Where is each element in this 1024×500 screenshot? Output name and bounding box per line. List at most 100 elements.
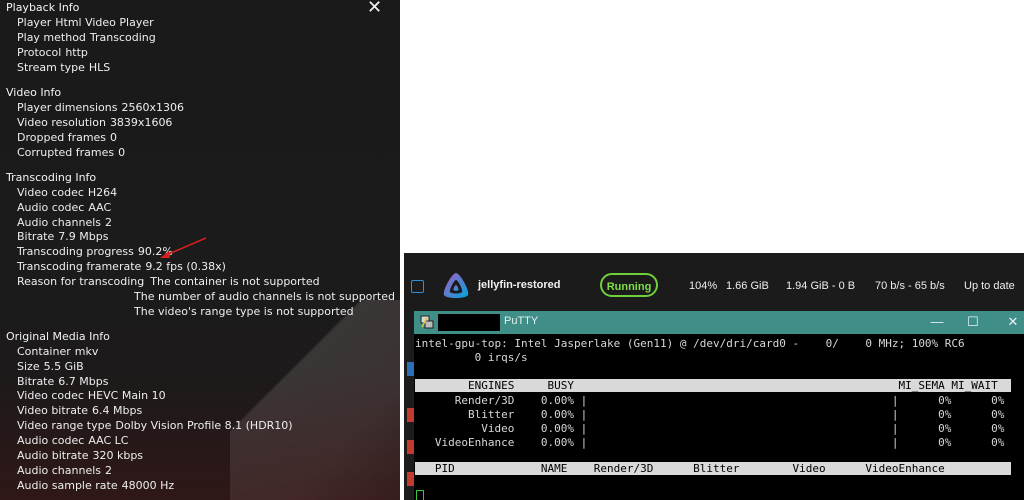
row-value: 0 (110, 131, 118, 144)
row-label: Protocol (17, 46, 62, 59)
update-status: Up to date (964, 280, 1015, 292)
row-value: 5.5 GiB (43, 360, 84, 373)
info-row: Player dimensions 2560x1306 (17, 101, 184, 114)
row-value: mkv (74, 345, 99, 358)
row-label: Video codec (17, 186, 84, 199)
row-label: Dropped frames (17, 131, 107, 144)
row-value: 2560x1306 (121, 101, 184, 114)
row-value: 2 (105, 216, 113, 229)
row-label: Video bitrate (17, 404, 89, 417)
info-row: Bitrate 7.9 Mbps (17, 230, 108, 243)
row-label: Play method (17, 31, 86, 44)
row-label: Reason for transcoding (17, 275, 145, 288)
row-value: Dolby Vision Profile 8.1 (HDR10) (115, 419, 293, 432)
row-value: 0 (118, 146, 126, 159)
info-row: Video range type Dolby Vision Profile 8.1… (17, 419, 293, 432)
row-value: AAC (88, 201, 112, 214)
row-label: Player dimensions (17, 101, 118, 114)
playback-info-overlay: ✕ Playback Info Player Html Video Player … (0, 0, 400, 500)
info-row: Bitrate 6.7 Mbps (17, 375, 108, 388)
maximize-button[interactable]: ☐ (962, 313, 984, 331)
section-title-transcoding: Transcoding Info (6, 171, 97, 184)
cpu-usage: 104% (689, 280, 718, 292)
info-row: Player Html Video Player (17, 16, 154, 29)
engine-row: Render/3D 0.00% | | 0% 0% (415, 394, 1005, 407)
row-label: Stream type (17, 61, 85, 74)
close-icon[interactable]: ✕ (367, 0, 385, 18)
row-value: 2 (105, 464, 113, 477)
memory-usage: 1.66 GiB (726, 280, 769, 292)
row-value: HEVC Main 10 (87, 389, 166, 402)
container-name[interactable]: jellyfin-restored (478, 279, 561, 291)
row-value: H264 (87, 186, 118, 199)
info-row: Audio codec AAC LC (17, 434, 129, 447)
engines-header: ENGINES BUSY MI_SEMA MI_WAIT (415, 379, 1011, 392)
reason-line: The number of audio channels is not supp… (134, 290, 395, 303)
red-arrow-annotation (160, 237, 207, 258)
row-label: Audio bitrate (17, 449, 89, 462)
clients-header: PID NAME Render/3D Blitter Video VideoEn… (415, 462, 1011, 475)
container-select-checkbox[interactable] (411, 280, 424, 293)
info-row: Size 5.5 GiB (17, 360, 84, 373)
row-label: Bitrate (17, 375, 55, 388)
row-label: Video range type (17, 419, 112, 432)
row-label: Container (17, 345, 71, 358)
info-row: Audio channels 2 (17, 464, 112, 477)
putty-window[interactable]: PuTTY — ☐ ✕ intel-gpu-top: Intel Jasperl… (414, 311, 1024, 500)
info-row: Video bitrate 6.4 Mbps (17, 404, 142, 417)
row-value: Transcoding (89, 31, 156, 44)
close-button[interactable]: ✕ (1002, 313, 1024, 331)
section-title-video: Video Info (6, 86, 62, 99)
row-label: Video codec (17, 389, 84, 402)
info-row: Audio sample rate 48000 Hz (17, 479, 174, 492)
info-row: Video codec H264 (17, 186, 117, 199)
row-label: Transcoding framerate (17, 260, 142, 273)
jellyfin-logo-icon (443, 273, 469, 298)
info-row-transcoding-progress: Transcoding progress 90.2% (17, 245, 173, 258)
section-title-playback: Playback Info (6, 1, 80, 14)
row-value: Html Video Player (55, 16, 154, 29)
row-label: Size (17, 360, 40, 373)
row-label: Audio sample rate (17, 479, 118, 492)
info-row: Audio bitrate 320 kbps (17, 449, 143, 462)
redacted-hostname (438, 314, 500, 331)
status-badge: Running (600, 273, 658, 297)
info-row: Stream type HLS (17, 61, 110, 74)
row-label: Bitrate (17, 230, 55, 243)
engine-row: Video 0.00% | | 0% 0% (415, 422, 1005, 435)
terminal-cursor (416, 490, 424, 500)
row-label: Audio codec (17, 201, 85, 214)
terminal-line: intel-gpu-top: Intel Jasperlake (Gen11) … (415, 337, 965, 350)
info-row: Container mkv (17, 345, 98, 358)
engine-row: VideoEnhance 0.00% | | 0% 0% (415, 436, 1005, 449)
row-value: 48000 Hz (121, 479, 175, 492)
info-row: Transcoding framerate 9.2 fps (0.38x) (17, 260, 226, 273)
info-row: Audio channels 2 (17, 216, 112, 229)
block-io: 1.94 GiB - 0 B (786, 280, 856, 292)
reason-line: The video's range type is not supported (134, 305, 354, 318)
row-label: Transcoding progress (17, 245, 134, 258)
window-title: PuTTY (504, 315, 539, 327)
row-value: HLS (88, 61, 111, 74)
terminal-line: 0 irqs/s (415, 351, 528, 364)
row-value: 6.7 Mbps (58, 375, 109, 388)
info-row: Audio codec AAC (17, 201, 111, 214)
engine-row: Blitter 0.00% | | 0% 0% (415, 408, 1005, 421)
row-label: Audio channels (17, 464, 102, 477)
row-value: 7.9 Mbps (58, 230, 109, 243)
putty-app-icon (420, 315, 434, 329)
row-value: The container is not supported (150, 275, 320, 288)
putty-titlebar[interactable]: PuTTY — ☐ ✕ (414, 311, 1024, 334)
row-value: 3839x1606 (109, 116, 173, 129)
info-row: Corrupted frames 0 (17, 146, 125, 159)
row-label: Audio channels (17, 216, 102, 229)
terminal-output[interactable]: intel-gpu-top: Intel Jasperlake (Gen11) … (414, 334, 1024, 500)
row-label: Audio codec (17, 434, 85, 447)
row-value: 320 kbps (92, 449, 144, 462)
info-row: Protocol http (17, 46, 88, 59)
info-row: Reason for transcoding The container is n… (17, 275, 320, 288)
row-value: 9.2 fps (0.38x) (145, 260, 226, 273)
row-value: http (65, 46, 88, 59)
row-label: Video resolution (17, 116, 106, 129)
minimize-button[interactable]: — (926, 313, 948, 331)
